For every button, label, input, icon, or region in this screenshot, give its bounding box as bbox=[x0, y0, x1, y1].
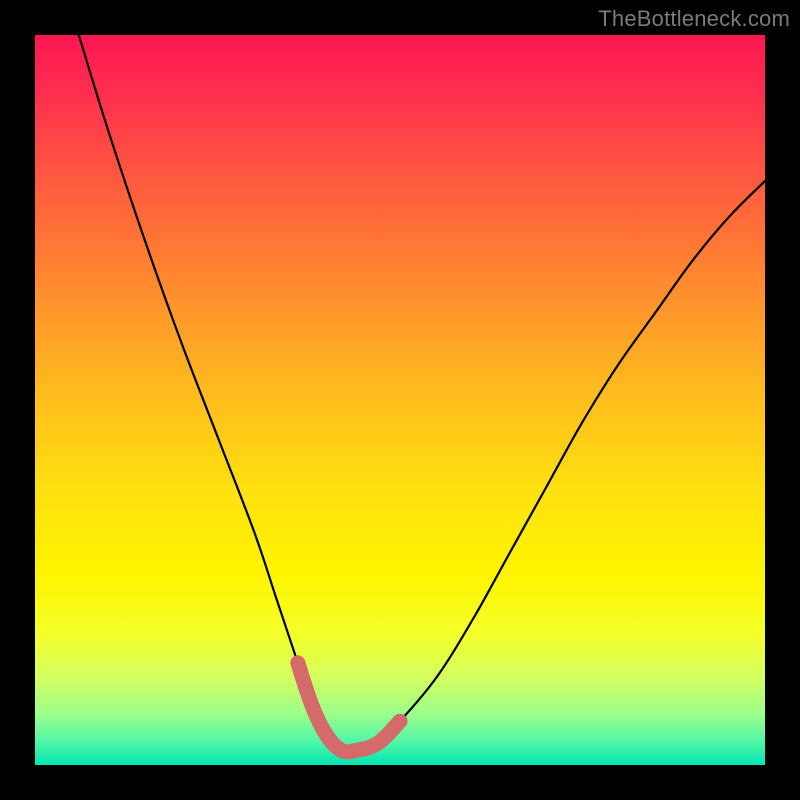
main-curve bbox=[79, 35, 765, 752]
plot-area bbox=[35, 35, 765, 765]
curve-svg bbox=[35, 35, 765, 765]
watermark-text: TheBottleneck.com bbox=[598, 6, 790, 32]
chart-frame: TheBottleneck.com bbox=[0, 0, 800, 800]
highlight-curve bbox=[298, 663, 400, 752]
